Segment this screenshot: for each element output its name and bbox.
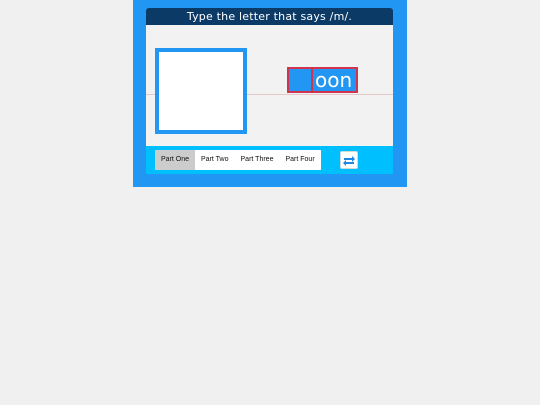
tab-part-one[interactable]: Part One [155,150,196,170]
refresh-button[interactable] [340,151,358,169]
picture-card [155,48,247,134]
moon-icon [165,54,230,130]
activity-window: Type the letter that says /m/. oon Part … [133,0,407,187]
tab-part-three[interactable]: Part Three [235,150,280,170]
tab-part-two[interactable]: Part Two [195,150,235,170]
prompt-title: Type the letter that says /m/. [146,8,393,25]
tab-part-four[interactable]: Part Four [279,150,320,170]
swap-arrows-icon [343,156,355,166]
bottom-toolbar: Part One Part Two Part Three Part Four [146,146,393,174]
word-remainder: oon [315,68,353,92]
word-answer-box: oon [287,67,358,93]
letter-input[interactable] [289,69,313,91]
activity-area: oon [146,25,393,146]
part-tabs: Part One Part Two Part Three Part Four [155,150,321,170]
